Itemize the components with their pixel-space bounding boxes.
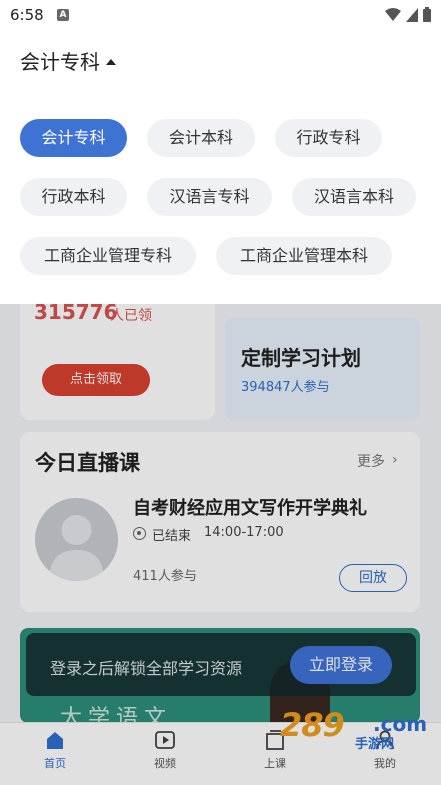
wifi-icon [385, 7, 401, 21]
major-option-chinese-associate[interactable]: 汉语言专科 [147, 178, 272, 216]
status-time: 6:58 [10, 6, 44, 24]
selected-major-title: 会计专科 [20, 50, 100, 74]
status-bar: 6:58 A [0, 0, 441, 30]
major-option-admin-bachelor[interactable]: 行政本科 [20, 178, 127, 216]
signal-icon [406, 7, 418, 22]
major-dropdown-panel: 会计专科 会计专科 会计本科 行政专科 行政本科 汉语言专科 汉语言本科 工商企… [0, 30, 441, 304]
major-option-accounting-bachelor[interactable]: 会计本科 [147, 119, 255, 157]
major-option-business-associate[interactable]: 工商企业管理专科 [20, 237, 196, 275]
major-selector[interactable]: 会计专科 [20, 46, 116, 75]
battery-icon [423, 7, 431, 22]
major-option-business-bachelor[interactable]: 工商企业管理本科 [216, 237, 392, 275]
major-option-admin-associate[interactable]: 行政专科 [275, 119, 382, 157]
status-icons [385, 7, 431, 22]
major-option-accounting-associate[interactable]: 会计专科 [20, 119, 127, 157]
major-option-chinese-bachelor[interactable]: 汉语言本科 [292, 178, 416, 216]
notification-icon: A [57, 9, 69, 21]
dropdown-backdrop[interactable] [0, 304, 441, 785]
caret-up-icon [106, 58, 116, 65]
